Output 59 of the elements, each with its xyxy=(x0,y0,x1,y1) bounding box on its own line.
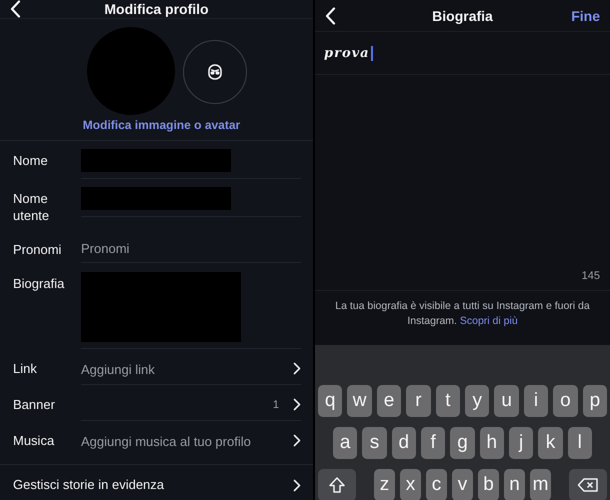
field-placeholder[interactable]: Pronomi xyxy=(81,238,301,256)
shift-icon xyxy=(328,476,346,494)
keyboard-key[interactable]: d xyxy=(392,427,416,459)
keyboard-key[interactable]: a xyxy=(333,427,358,459)
keyboard-key[interactable]: t xyxy=(436,385,460,417)
screen-title: Modifica profilo xyxy=(104,1,209,17)
field-label: Musica xyxy=(13,432,56,449)
keyboard-key[interactable]: y xyxy=(465,385,490,417)
field-placeholder[interactable]: Aggiungi musica al tuo profilo xyxy=(81,430,293,448)
back-icon[interactable] xyxy=(10,0,21,18)
chevron-icon xyxy=(293,398,301,411)
keyboard-key[interactable]: i xyxy=(524,385,548,417)
field-placeholder[interactable]: Aggiungi link xyxy=(81,358,293,376)
done-button[interactable]: Fine xyxy=(571,8,600,24)
learn-more-link[interactable]: Scopri di più xyxy=(460,315,518,327)
keyboard-key[interactable]: m xyxy=(530,469,551,500)
text-cursor xyxy=(370,46,373,60)
keyboard-key[interactable]: p xyxy=(582,385,608,417)
chevron-icon xyxy=(293,362,301,375)
banner-count: 1 xyxy=(272,398,279,411)
keyboard-key[interactable]: e xyxy=(376,385,402,417)
keyboard-key[interactable]: g xyxy=(450,427,475,459)
backspace-icon xyxy=(577,477,599,493)
shift-key[interactable] xyxy=(318,469,356,500)
keyboard-key[interactable]: s xyxy=(362,427,387,459)
keyboard-key[interactable]: k xyxy=(538,427,563,459)
character-counter: 145 xyxy=(580,270,601,284)
field-label: Link xyxy=(13,360,38,377)
keyboard-key[interactable]: n xyxy=(504,469,525,500)
avatar-face-icon xyxy=(206,63,224,81)
field-label: Nome utente xyxy=(13,190,50,224)
chevron-icon xyxy=(293,434,301,447)
bio-visibility-note: La tua biografia è visibile a tutti su Instagram e fuori da Instagram. Scopri di più xyxy=(335,300,590,327)
keyboard-key[interactable]: v xyxy=(452,469,473,500)
back-icon[interactable] xyxy=(325,6,336,24)
edit-avatar-link[interactable]: Modifica immagine o avatar xyxy=(0,118,313,132)
field-label: Pronomi xyxy=(13,241,62,258)
keyboard-key[interactable]: q xyxy=(318,385,342,417)
keyboard-key[interactable]: c xyxy=(426,469,447,500)
keyboard-key[interactable]: b xyxy=(478,469,499,500)
screen-title: Biografia xyxy=(432,8,493,24)
backspace-key[interactable] xyxy=(569,469,607,500)
chevron-icon xyxy=(293,479,301,492)
keyboard-key[interactable]: o xyxy=(553,385,578,417)
keyboard-key[interactable]: j xyxy=(508,427,534,459)
keyboard-key[interactable]: u xyxy=(494,385,519,417)
field-label: Biografia xyxy=(13,275,66,292)
keyboard-key[interactable]: r xyxy=(406,385,431,417)
bio-text[interactable]: prova xyxy=(324,46,370,60)
keyboard-key[interactable]: f xyxy=(420,427,446,459)
keyboard-key[interactable]: h xyxy=(480,427,504,459)
field-label: Banner xyxy=(13,396,56,413)
keyboard-key[interactable]: z xyxy=(374,469,395,500)
keyboard-key[interactable]: x xyxy=(400,469,421,500)
highlights-link[interactable]: Gestisci storie in evidenza xyxy=(13,474,293,492)
avatar-button[interactable] xyxy=(182,40,246,104)
field-label: Nome xyxy=(13,152,49,169)
keyboard-key[interactable]: l xyxy=(568,427,592,459)
keyboard-key[interactable]: w xyxy=(347,385,372,417)
